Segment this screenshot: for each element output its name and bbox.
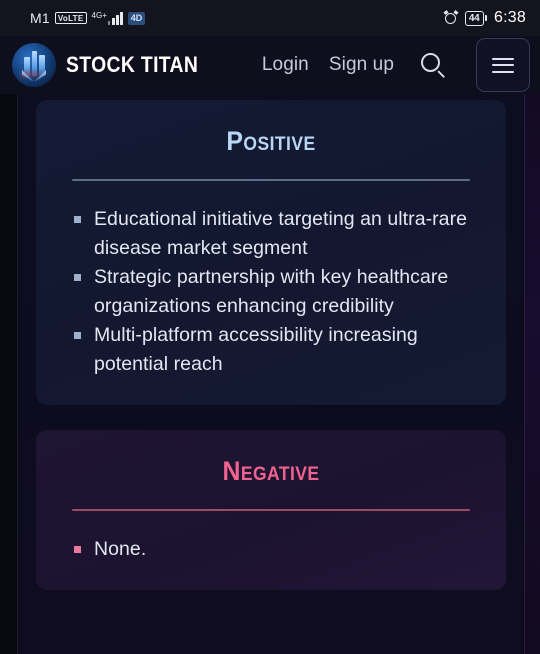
left-gutter <box>0 36 18 654</box>
signal-indicator: 4G+ <box>91 10 123 25</box>
negative-bullet-list: None. <box>72 535 472 564</box>
positive-bullet-list: Educational initiative targeting an ultr… <box>72 205 472 379</box>
alarm-clock-icon <box>443 10 459 25</box>
positive-card-title: Positive <box>226 126 316 156</box>
brand-name: STOCK TITAN <box>66 52 199 77</box>
stock-titan-logo-icon <box>12 43 56 87</box>
search-icon[interactable] <box>418 50 448 80</box>
list-item: Multi-platform accessibility increasing … <box>72 321 472 379</box>
network-badge: 4D <box>127 11 146 25</box>
status-bar-right: 44 6:38 <box>443 9 526 27</box>
positive-card: Positive Educational initiative targetin… <box>36 100 506 405</box>
volte-badge: VoLTE <box>54 12 87 24</box>
list-item: Strategic partnership with key healthcar… <box>72 263 472 321</box>
phone-screen: M1 VoLTE 4G+ 4D 44 6:38 STOCK TITAN Logi… <box>0 0 540 654</box>
login-link[interactable]: Login <box>262 54 309 76</box>
network-type-label: 4G+ <box>91 10 107 20</box>
negative-card-title: Negative <box>222 456 320 486</box>
page-content: Positive Educational initiative targetin… <box>19 94 523 654</box>
right-gutter <box>524 36 540 654</box>
negative-divider <box>72 509 470 511</box>
status-bar-left: M1 VoLTE 4G+ 4D <box>30 10 146 26</box>
clock-time: 6:38 <box>494 9 526 26</box>
site-header: STOCK TITAN Login Sign up <box>0 36 540 94</box>
battery-icon: 44 <box>464 10 488 26</box>
list-item: None. <box>72 535 472 564</box>
signup-link[interactable]: Sign up <box>329 54 394 76</box>
negative-card: Negative None. <box>36 430 506 590</box>
positive-divider <box>72 179 470 181</box>
status-bar: M1 VoLTE 4G+ 4D 44 6:38 <box>0 0 540 36</box>
carrier-name: M1 <box>30 10 50 26</box>
signal-bars-icon <box>107 11 123 25</box>
brand-logo-link[interactable]: STOCK TITAN <box>12 43 216 87</box>
list-item: Educational initiative targeting an ultr… <box>72 205 472 263</box>
hamburger-menu-icon[interactable] <box>476 38 530 92</box>
battery-level-label: 44 <box>464 10 484 26</box>
header-nav: Login Sign up <box>262 38 530 92</box>
